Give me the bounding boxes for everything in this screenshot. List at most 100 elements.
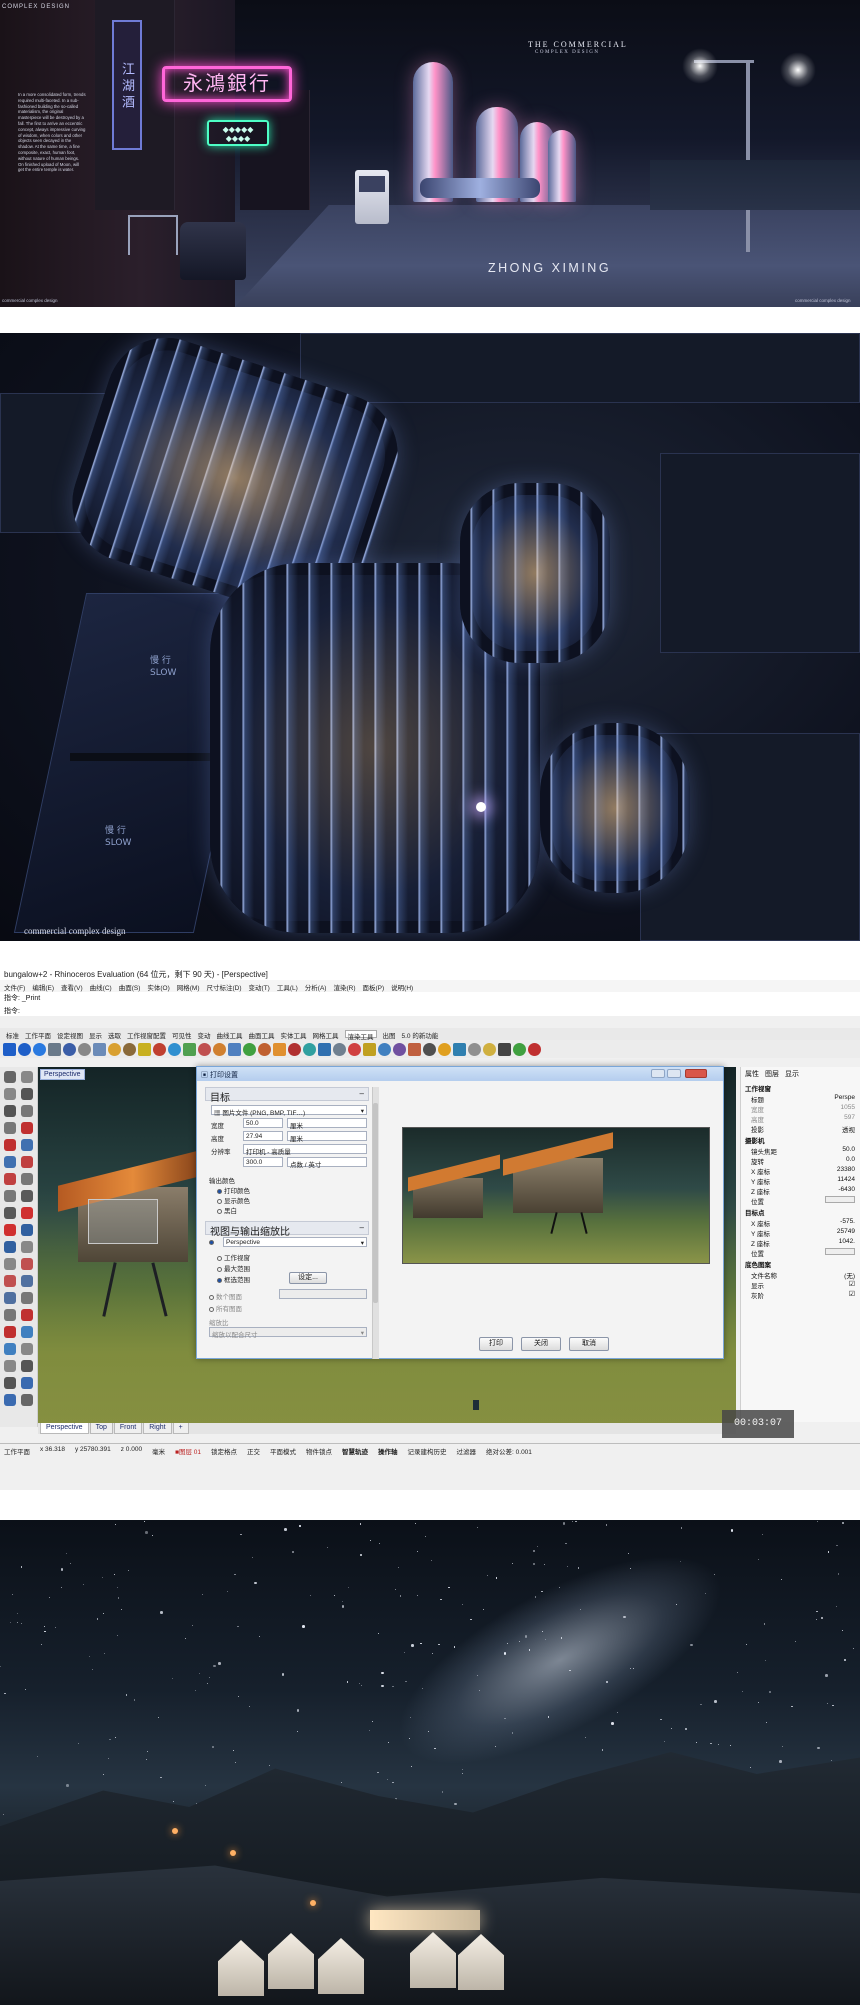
height-input[interactable]: 27.94: [243, 1131, 283, 1141]
prop-target-location[interactable]: 位置: [751, 1248, 860, 1258]
left-tool-icon[interactable]: [4, 1122, 16, 1134]
menu-item[interactable]: 实体(O): [147, 982, 169, 992]
left-tool-icon[interactable]: [4, 1241, 16, 1253]
color-option-print[interactable]: 打印颜色: [217, 1185, 250, 1195]
toolbar-tool-icon[interactable]: [318, 1042, 331, 1056]
view-option-viewport[interactable]: 工作视窗: [217, 1252, 250, 1262]
toolbar-tool-icon[interactable]: [498, 1042, 511, 1056]
toolbar-tool-icon[interactable]: [213, 1042, 226, 1056]
set-window-button[interactable]: 设定...: [289, 1272, 327, 1284]
toolbar-tab[interactable]: 工作视窗配置: [127, 1030, 166, 1040]
menu-item[interactable]: 分析(A): [305, 982, 327, 992]
toolbar-tool-icon[interactable]: [393, 1042, 406, 1056]
tab-right[interactable]: Right: [143, 1423, 172, 1434]
left-tool-icon[interactable]: [4, 1343, 16, 1355]
toolbar-tool-icon[interactable]: [168, 1042, 181, 1056]
left-tool-icon[interactable]: [4, 1105, 16, 1117]
left-tool-icon[interactable]: [21, 1156, 33, 1168]
toolbar-tab[interactable]: 可见性: [172, 1030, 192, 1040]
toolbar-tool-icon[interactable]: [333, 1042, 346, 1056]
toolbar-tool-icon[interactable]: [438, 1042, 451, 1056]
print-button[interactable]: 打印: [479, 1337, 513, 1351]
maximize-button[interactable]: [667, 1069, 681, 1078]
left-tool-icon[interactable]: [4, 1292, 16, 1304]
viewport-label[interactable]: Perspective: [40, 1069, 85, 1080]
toolbar-tool-icon[interactable]: [378, 1042, 391, 1056]
toolbar-tool-icon[interactable]: [513, 1042, 526, 1056]
left-tool-icon[interactable]: [4, 1190, 16, 1202]
toolbar-tool-icon[interactable]: [288, 1042, 301, 1056]
tab-layers[interactable]: 图层: [765, 1069, 779, 1079]
menu-item[interactable]: 变动(T): [249, 982, 270, 992]
minimize-button[interactable]: [651, 1069, 665, 1078]
toolbar-tab[interactable]: 选取: [108, 1030, 121, 1040]
menu-item[interactable]: 网格(M): [177, 982, 200, 992]
left-tool-icon[interactable]: [4, 1088, 16, 1100]
left-tool-icon[interactable]: [21, 1190, 33, 1202]
toolbar-tool-icon[interactable]: [483, 1042, 496, 1056]
resolution-unit-select[interactable]: 点数 / 英寸: [287, 1157, 367, 1169]
tab-perspective[interactable]: Perspective: [40, 1423, 89, 1434]
toolbar-tab[interactable]: 出图: [383, 1030, 396, 1040]
tab-top[interactable]: Top: [89, 1423, 113, 1434]
toolbar-tool-icon[interactable]: [123, 1042, 136, 1056]
toolbar-tab[interactable]: 渲染工具: [344, 1030, 377, 1041]
left-tool-icon[interactable]: [21, 1292, 33, 1304]
toolbar-tab[interactable]: 5.0 的新功能: [402, 1030, 439, 1040]
toolbar-tab[interactable]: 网格工具: [313, 1030, 339, 1040]
command-input[interactable]: [22, 1004, 322, 1013]
toolbar-tool-icon[interactable]: [138, 1042, 151, 1056]
status-toggle[interactable]: 操作轴: [378, 1446, 398, 1455]
height-unit-select[interactable]: 厘米: [287, 1131, 367, 1143]
cancel-button[interactable]: 取消: [569, 1337, 609, 1351]
toolbar-tool-icon[interactable]: [33, 1042, 46, 1056]
section-view-scale[interactable]: 视图与输出缩放比 –: [205, 1221, 369, 1238]
view-option-extents[interactable]: 最大范围: [217, 1263, 250, 1273]
left-tool-icon[interactable]: [4, 1326, 16, 1338]
menu-item[interactable]: 查看(V): [61, 982, 83, 992]
left-tool-icon[interactable]: [21, 1309, 33, 1321]
toolbar-tool-icon[interactable]: [363, 1042, 376, 1056]
menu-item[interactable]: 面板(P): [363, 982, 385, 992]
menu-item[interactable]: 曲面(S): [119, 982, 141, 992]
status-toggle[interactable]: 过滤器: [457, 1446, 477, 1455]
left-tool-icon[interactable]: [4, 1394, 16, 1406]
toolbar-tool-icon[interactable]: [183, 1042, 196, 1056]
toolbar-tool-icon[interactable]: [198, 1042, 211, 1056]
left-tool-icon[interactable]: [21, 1343, 33, 1355]
menu-item[interactable]: 编辑(E): [32, 982, 54, 992]
toolbar-tool-icon[interactable]: [273, 1042, 286, 1056]
left-tool-icon[interactable]: [4, 1377, 16, 1389]
left-tool-icon[interactable]: [21, 1275, 33, 1287]
left-tool-icon[interactable]: [21, 1207, 33, 1219]
resolution-input[interactable]: 300.0: [243, 1157, 283, 1167]
multi-page-field[interactable]: [279, 1289, 367, 1299]
status-layer[interactable]: ■图层 01: [175, 1446, 201, 1455]
toolbar-tool-icon[interactable]: [93, 1042, 106, 1056]
command-area[interactable]: 指令: _Print 指令:: [0, 992, 860, 1016]
left-tool-icon[interactable]: [21, 1241, 33, 1253]
multi-page-option[interactable]: 数个图面: [209, 1291, 242, 1301]
tab-properties[interactable]: 属性: [745, 1069, 759, 1079]
toolbar-tab[interactable]: 标准: [6, 1030, 19, 1040]
left-tool-icon[interactable]: [21, 1122, 33, 1134]
left-tool-icon[interactable]: [4, 1309, 16, 1321]
scale-select[interactable]: 缩放以配合尺寸 ▾: [209, 1327, 367, 1339]
menu-item[interactable]: 尺寸标注(D): [207, 982, 242, 992]
section-target[interactable]: 目标 –: [205, 1087, 369, 1104]
toolbar-tool-icon[interactable]: [303, 1042, 316, 1056]
left-tool-icon[interactable]: [21, 1258, 33, 1270]
left-tool-icon[interactable]: [21, 1224, 33, 1236]
menu-item[interactable]: 曲线(C): [90, 982, 112, 992]
toolbar-tool-icon[interactable]: [108, 1042, 121, 1056]
left-tool-icon[interactable]: [21, 1360, 33, 1372]
toolbar-tool-icon[interactable]: [453, 1042, 466, 1056]
status-toggle[interactable]: 绝对公差: 0.001: [486, 1446, 532, 1455]
left-tool-icon[interactable]: [4, 1275, 16, 1287]
view-select[interactable]: Perspective ▾: [223, 1237, 367, 1247]
prop-location[interactable]: 位置: [751, 1196, 860, 1206]
tab-display[interactable]: 显示: [785, 1069, 799, 1079]
settings-scrollbar[interactable]: [372, 1087, 379, 1359]
toolbar-tab[interactable]: 工作平面: [25, 1030, 51, 1040]
toolbar-tab[interactable]: 曲线工具: [217, 1030, 243, 1040]
